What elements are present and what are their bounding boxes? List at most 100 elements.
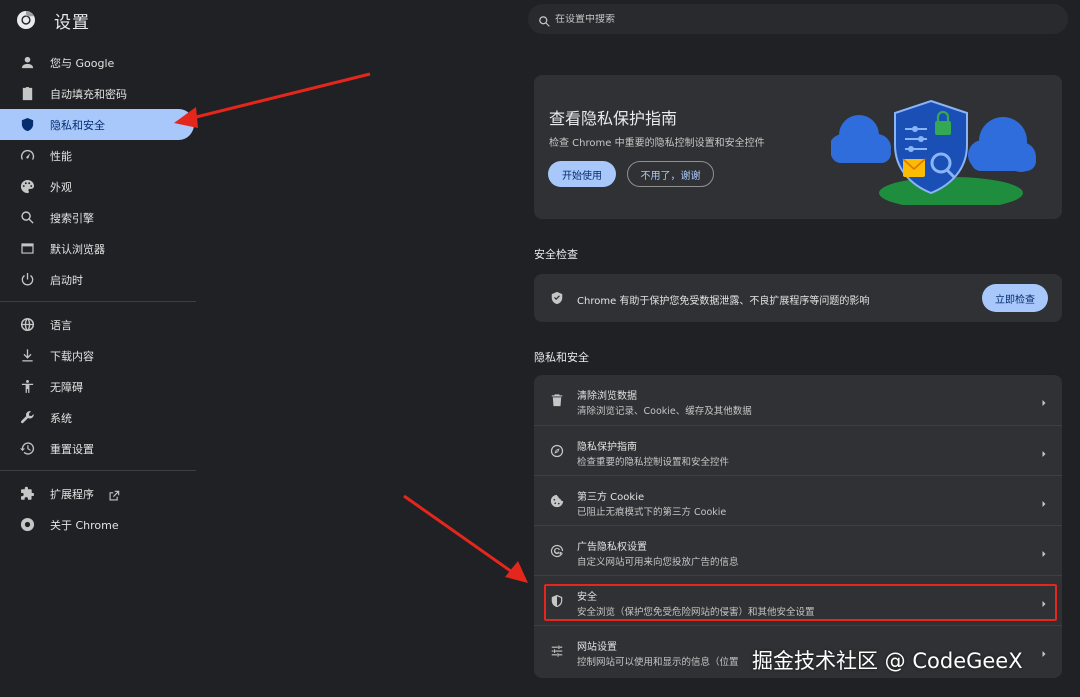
safety-check-heading: 安全检查: [534, 248, 578, 261]
puzzle-icon: [20, 486, 35, 501]
row-ad-privacy[interactable]: 广告隐私权设置 自定义网站可用来向您投放广告的信息: [534, 525, 1062, 575]
brand: 设置: [16, 8, 90, 33]
row-subtitle: 安全浏览（保护您免受危险网站的侵害）和其他安全设置: [577, 607, 815, 618]
history-icon: [20, 441, 35, 456]
sidebar-item-label: 系统: [50, 411, 72, 425]
sidebar-item-label: 下载内容: [50, 349, 94, 363]
compass-icon: [550, 444, 564, 458]
sidebar-item-default-browser[interactable]: 默认浏览器: [0, 233, 194, 264]
start-privacy-guide-button[interactable]: 开始使用: [548, 161, 616, 187]
privacy-guide-description: 检查 Chrome 中重要的隐私控制设置和安全控件: [549, 138, 765, 149]
sidebar-item-about-chrome[interactable]: 关于 Chrome: [0, 509, 194, 540]
ad-privacy-icon: [550, 544, 564, 558]
sidebar-item-you-and-google[interactable]: 您与 Google: [0, 47, 194, 78]
external-link-icon: [108, 487, 120, 501]
sidebar-item-extensions[interactable]: 扩展程序: [0, 478, 194, 509]
dismiss-privacy-guide-button[interactable]: 不用了，谢谢: [627, 161, 714, 187]
sidebar-item-label: 无障碍: [50, 380, 83, 394]
row-subtitle: 自定义网站可用来向您投放广告的信息: [577, 557, 739, 568]
sidebar-item-accessibility[interactable]: 无障碍: [0, 371, 194, 402]
chrome-icon: [20, 517, 35, 532]
privacy-settings-list: 清除浏览数据 清除浏览记录、Cookie、缓存及其他数据 隐私保护指南 检查重要…: [534, 375, 1062, 678]
row-security[interactable]: 安全 安全浏览（保护您免受危险网站的侵害）和其他安全设置: [534, 575, 1062, 625]
privacy-guide-card: 查看隐私保护指南 检查 Chrome 中重要的隐私控制设置和安全控件 开始使用 …: [534, 75, 1062, 219]
chrome-logo-icon: [17, 10, 35, 29]
chevron-right-icon: [1039, 394, 1049, 406]
watermark-text: 掘金技术社区 @ CodeGeeX: [752, 649, 1023, 673]
sidebar-item-label: 性能: [50, 149, 72, 163]
row-third-party-cookies[interactable]: 第三方 Cookie 已阻止无痕模式下的第三方 Cookie: [534, 475, 1062, 525]
browser-window-icon: [20, 241, 35, 256]
shield-icon: [20, 117, 35, 132]
download-icon: [20, 348, 35, 363]
sidebar-divider: [0, 470, 196, 471]
search-input[interactable]: [555, 13, 1068, 25]
safety-check-card: Chrome 有助于保护您免受数据泄露、不良扩展程序等问题的影响 立即检查: [534, 274, 1062, 322]
row-title: 第三方 Cookie: [577, 492, 645, 503]
sidebar-item-label: 语言: [50, 318, 72, 332]
sidebar-item-performance[interactable]: 性能: [0, 140, 194, 171]
safety-check-description: Chrome 有助于保护您免受数据泄露、不良扩展程序等问题的影响: [577, 296, 870, 307]
sidebar-item-label: 重置设置: [50, 442, 94, 456]
chevron-right-icon: [1039, 445, 1049, 457]
sidebar-item-label: 自动填充和密码: [50, 87, 127, 101]
privacy-guide-illustration: [831, 99, 1036, 205]
row-title: 安全: [577, 592, 597, 603]
sidebar: 设置 您与 Google 自动填充和密码 隐私和安全 性能 外观 搜索引擎 默认…: [0, 0, 200, 697]
tune-sliders-icon: [550, 644, 564, 658]
sidebar-item-system[interactable]: 系统: [0, 402, 194, 433]
sidebar-item-downloads[interactable]: 下载内容: [0, 340, 194, 371]
person-icon: [20, 55, 35, 70]
sidebar-item-reset-settings[interactable]: 重置设置: [0, 433, 194, 464]
row-title: 广告隐私权设置: [577, 542, 647, 553]
privacy-guide-title: 查看隐私保护指南: [549, 109, 678, 128]
check-now-button[interactable]: 立即检查: [982, 284, 1048, 312]
settings-search-bar[interactable]: [528, 4, 1068, 34]
sidebar-item-label: 搜索引擎: [50, 211, 94, 225]
row-subtitle: 检查重要的隐私控制设置和安全控件: [577, 457, 730, 468]
row-title: 网站设置: [577, 642, 617, 653]
arrow-to-sidebar-line: [187, 72, 371, 121]
sidebar-item-label: 外观: [50, 180, 72, 194]
sidebar-item-on-startup[interactable]: 启动时: [0, 264, 194, 295]
sidebar-item-label: 您与 Google: [50, 56, 115, 70]
search-icon: [20, 210, 35, 225]
cookie-icon: [550, 494, 564, 508]
row-subtitle: 清除浏览记录、Cookie、缓存及其他数据: [577, 406, 752, 417]
palette-icon: [20, 179, 35, 194]
row-clear-browsing-data[interactable]: 清除浏览数据 清除浏览记录、Cookie、缓存及其他数据: [534, 375, 1062, 425]
page-title: 设置: [54, 12, 90, 33]
sidebar-item-languages[interactable]: 语言: [0, 309, 194, 340]
chevron-right-icon: [1039, 645, 1049, 657]
accessibility-icon: [20, 379, 35, 394]
shield-icon: [550, 594, 564, 608]
row-privacy-guide[interactable]: 隐私保护指南 检查重要的隐私控制设置和安全控件: [534, 425, 1062, 475]
clipboard-icon: [20, 86, 35, 101]
sidebar-item-label: 关于 Chrome: [50, 518, 119, 532]
chevron-right-icon: [1039, 495, 1049, 507]
sidebar-item-appearance[interactable]: 外观: [0, 171, 194, 202]
chevron-right-icon: [1039, 545, 1049, 557]
sidebar-item-autofill[interactable]: 自动填充和密码: [0, 78, 194, 109]
sidebar-item-search-engine[interactable]: 搜索引擎: [0, 202, 194, 233]
sidebar-item-privacy-security[interactable]: 隐私和安全: [0, 109, 194, 140]
row-subtitle: 控制网站可以使用和显示的信息（位置: [577, 657, 739, 668]
shield-check-icon: [550, 291, 564, 305]
chevron-right-icon: [1039, 595, 1049, 607]
row-title: 隐私保护指南: [577, 442, 637, 453]
sidebar-item-label: 隐私和安全: [50, 118, 105, 132]
power-icon: [20, 272, 35, 287]
sidebar-item-label: 启动时: [50, 273, 83, 287]
row-subtitle: 已阻止无痕模式下的第三方 Cookie: [577, 507, 727, 518]
row-title: 清除浏览数据: [577, 391, 637, 402]
settings-window: 设置 您与 Google 自动填充和密码 隐私和安全 性能 外观 搜索引擎 默认…: [0, 0, 1080, 697]
trash-icon: [550, 393, 564, 407]
globe-icon: [20, 317, 35, 332]
arrow-to-security-head: [505, 561, 528, 583]
sidebar-item-label: 默认浏览器: [50, 242, 105, 256]
arrow-to-security-line: [403, 494, 516, 576]
wrench-icon: [20, 410, 35, 425]
sidebar-item-label: 扩展程序: [50, 487, 94, 501]
privacy-section-heading: 隐私和安全: [534, 351, 589, 364]
search-icon: [538, 13, 551, 27]
